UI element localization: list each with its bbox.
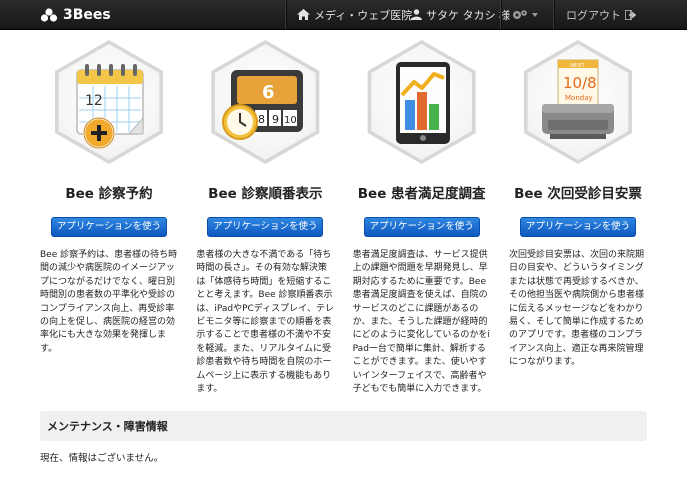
- use-app-button[interactable]: アプリケーションを使う: [207, 217, 324, 237]
- logout-link[interactable]: ログアウト: [566, 0, 636, 29]
- nav-divider: [500, 0, 502, 29]
- app-title: Bee 次回受診目安票: [514, 186, 642, 202]
- queue-display-icon: 6 8 9 10: [222, 70, 304, 140]
- printer-ticket-icon: NEXT 10/8 Monday: [541, 59, 614, 139]
- user-icon: [411, 9, 422, 20]
- bees-logo-icon: [40, 7, 58, 22]
- brand-logo[interactable]: 3Bees: [40, 0, 111, 29]
- display-main-number: 6: [262, 82, 275, 103]
- nav-user-link[interactable]: サタケ タカシ 様: [411, 0, 510, 29]
- app-description: Bee 診察予約は、患者様の待ち時間の減少や病医院のイメージアップにつながるだけ…: [40, 250, 178, 354]
- caret-down-icon: [532, 12, 538, 17]
- calendar-day: 12: [85, 93, 103, 109]
- display-queue-number: 9: [272, 113, 279, 126]
- ticket-header: NEXT: [570, 63, 585, 69]
- ticket-weekday: Monday: [565, 94, 593, 102]
- app-card-reservation: 12 Bee 診察予約 アプリケーションを使う Bee 診察予約は、患者様の待ち…: [40, 40, 178, 396]
- app-icon-badge[interactable]: [362, 40, 482, 164]
- app-description: 次回受診目安票は、次回の来院期日の目安や、どういうタイミングまたは状態で再受診す…: [508, 250, 644, 368]
- settings-dropdown[interactable]: [512, 0, 538, 29]
- logout-label: ログアウト: [566, 8, 621, 22]
- app-title: Bee 診察順番表示: [208, 186, 323, 202]
- use-app-button[interactable]: アプリケーションを使う: [51, 217, 167, 237]
- app-card-satisfaction-survey: Bee 患者満足度調査 アプリケーションを使う 患者満足度調査は、サービス提供上…: [353, 40, 491, 396]
- use-app-button[interactable]: アプリケーションを使う: [363, 217, 480, 237]
- app-card-queue-display: 6 8 9 10 Bee 診察順番表示 アプリケーションを使う 患者様の大きな不…: [196, 40, 334, 396]
- nav-divider: [553, 0, 555, 29]
- app-icon-badge[interactable]: NEXT 10/8 Monday: [518, 40, 638, 164]
- tablet-chart-icon: [395, 62, 450, 144]
- maintenance-body: 現在、情報はございません。: [40, 453, 164, 464]
- nav-user-label: サタケ タカシ 様: [426, 8, 510, 22]
- logout-icon: [625, 9, 636, 20]
- app-card-next-visit-slip: NEXT 10/8 Monday Bee 次回受診目安票 アプリケーションを使う…: [509, 40, 647, 396]
- app-icon-badge[interactable]: 12: [49, 40, 169, 164]
- maintenance-section-header: メンテナンス・障害情報: [40, 411, 647, 441]
- app-list: 12 Bee 診察予約 アプリケーションを使う Bee 診察予約は、患者様の待ち…: [40, 40, 647, 396]
- display-queue-number: 8: [258, 113, 265, 126]
- calendar-add-icon: 12: [76, 64, 144, 150]
- nav-clinic-link[interactable]: メディ・ウェブ医院: [297, 0, 412, 29]
- app-description: 患者様の大きな不満である「待ち時間の長さ」。その有効な解決策は「体感待ち時間」を…: [196, 250, 334, 395]
- home-icon: [297, 9, 310, 20]
- display-queue-number: 10: [284, 115, 297, 126]
- app-title: Bee 患者満足度調査: [357, 186, 486, 202]
- gears-icon: [513, 9, 527, 19]
- nav-divider: [285, 0, 287, 29]
- use-app-button[interactable]: アプリケーションを使う: [519, 217, 636, 237]
- app-description: 患者満足度調査は、サービス提供上の課題や問題を早期発見し、早期対応するために重要…: [352, 250, 490, 395]
- brand-name: 3Bees: [63, 6, 111, 23]
- top-navbar: 3Bees メディ・ウェブ医院 サタケ タカシ 様 ログアウト: [0, 0, 687, 30]
- app-icon-badge[interactable]: 6 8 9 10: [205, 40, 325, 164]
- maintenance-title: メンテナンス・障害情報: [47, 420, 168, 433]
- app-title: Bee 診察予約: [65, 186, 153, 202]
- nav-clinic-label: メディ・ウェブ医院: [314, 8, 413, 22]
- ticket-date: 10/8: [563, 74, 597, 92]
